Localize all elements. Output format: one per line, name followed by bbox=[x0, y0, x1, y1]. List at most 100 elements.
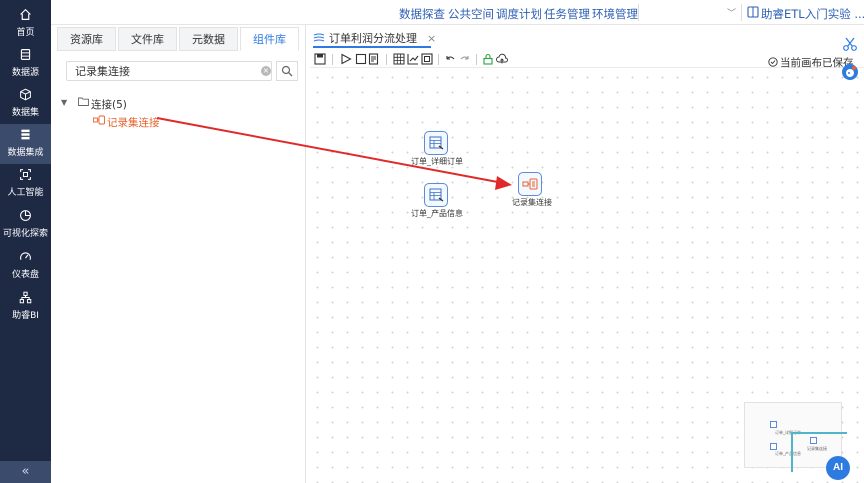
node-order-detail[interactable] bbox=[424, 131, 448, 155]
nav-label: 数据集 bbox=[11, 108, 39, 118]
grid-icon bbox=[393, 53, 405, 65]
editor-tab[interactable]: 订单利润分流处理 × bbox=[313, 28, 436, 48]
nav-item-visual[interactable]: 可视化探索 bbox=[0, 205, 51, 245]
tab-metadata[interactable]: 元数据 bbox=[179, 27, 238, 51]
frame-icon bbox=[421, 53, 433, 65]
search-input[interactable] bbox=[67, 62, 247, 80]
divider bbox=[438, 54, 439, 65]
cube-icon bbox=[20, 88, 31, 101]
ai-assistant-button[interactable]: AI bbox=[826, 456, 850, 480]
document-icon bbox=[368, 53, 379, 65]
save-status: 当前画布已保存 bbox=[768, 55, 854, 70]
close-icon[interactable]: × bbox=[427, 32, 436, 45]
redo-icon bbox=[460, 56, 469, 60]
log-button[interactable] bbox=[368, 53, 380, 65]
nav-item-ai[interactable]: 人工智能 bbox=[0, 164, 51, 204]
panel-tabs: 资源库 文件库 元数据 组件库 bbox=[57, 27, 301, 51]
nav-item-integration[interactable]: 数据集成 bbox=[0, 124, 51, 164]
search-button[interactable] bbox=[276, 61, 298, 81]
line-chart-icon bbox=[407, 54, 419, 65]
app-root: 首页 数据源 数据集 数据集成 人工智能 可视化探索 仪表盘 助睿BI « 数据… bbox=[0, 0, 864, 483]
ai-scan-icon bbox=[20, 169, 31, 180]
tab-files[interactable]: 文件库 bbox=[118, 27, 177, 51]
menu-schedule[interactable]: 调度计划 bbox=[496, 6, 542, 22]
run-button[interactable] bbox=[340, 53, 352, 65]
gauge-icon bbox=[20, 252, 31, 260]
collapse-sidebar-button[interactable]: « bbox=[0, 461, 51, 483]
search-box: × bbox=[66, 61, 272, 81]
caret-down-icon[interactable]: ▼ bbox=[61, 98, 67, 107]
pie-chart-icon bbox=[20, 210, 31, 221]
assistant-bot-icon[interactable] bbox=[842, 64, 858, 80]
chart-button[interactable] bbox=[407, 53, 419, 65]
minimap-node bbox=[770, 421, 777, 428]
editor-tab-title: 订单利润分流处理 bbox=[329, 32, 417, 45]
help-book-icon bbox=[747, 6, 759, 18]
divider bbox=[638, 4, 639, 21]
divider bbox=[332, 54, 333, 65]
menu-data-explore[interactable]: 数据探查 bbox=[399, 6, 445, 22]
divider bbox=[741, 4, 742, 21]
tab-resource[interactable]: 资源库 bbox=[57, 27, 116, 51]
stop-icon bbox=[355, 53, 367, 65]
nav-label: 可视化探索 bbox=[2, 229, 48, 239]
nav-label: 首页 bbox=[16, 28, 35, 38]
menu-env-management[interactable]: 环境管理 bbox=[592, 6, 638, 22]
save-button[interactable] bbox=[314, 53, 326, 65]
top-bar: 数据探查 公共空间 调度计划 任务管理 环境管理 ﹀ 助睿ETL入门实验 ... bbox=[51, 0, 864, 25]
node-record-join[interactable] bbox=[518, 172, 542, 196]
bot-face-icon bbox=[846, 66, 856, 77]
join-component-icon bbox=[93, 115, 105, 125]
clear-icon[interactable]: × bbox=[261, 66, 271, 76]
nav-item-home[interactable]: 首页 bbox=[0, 4, 51, 44]
home-icon bbox=[20, 8, 31, 20]
org-tree-icon bbox=[19, 291, 32, 304]
undo-button[interactable] bbox=[444, 53, 456, 65]
divider bbox=[386, 54, 387, 65]
nav-label: 数据源 bbox=[11, 68, 39, 78]
folder-icon bbox=[78, 97, 89, 106]
nav-label: 仪表盘 bbox=[11, 270, 39, 280]
nav-item-datasource[interactable]: 数据源 bbox=[0, 44, 51, 84]
help-link[interactable]: 助睿ETL入门实验 ... bbox=[761, 6, 864, 22]
nav-label: 数据集成 bbox=[7, 148, 44, 158]
publish-button[interactable] bbox=[496, 53, 508, 65]
left-nav: 首页 数据源 数据集 数据集成 人工智能 可视化探索 仪表盘 助睿BI « bbox=[0, 0, 51, 483]
node-label: 订单_详细订单 bbox=[411, 157, 463, 166]
active-tab-indicator bbox=[313, 46, 431, 48]
tab-components[interactable]: 组件库 bbox=[240, 27, 299, 51]
tree-leaf-record-join[interactable]: 记录集连接 bbox=[107, 115, 160, 130]
database-icon bbox=[20, 49, 31, 60]
nav-label: 人工智能 bbox=[7, 188, 44, 198]
scissors-icon[interactable] bbox=[842, 36, 858, 52]
layers-icon bbox=[21, 129, 30, 140]
frame-button[interactable] bbox=[421, 53, 433, 65]
grid-button[interactable] bbox=[393, 53, 405, 65]
nav-item-dashboard[interactable]: 仪表盘 bbox=[0, 246, 51, 286]
nav-item-dataset[interactable]: 数据集 bbox=[0, 84, 51, 124]
cloud-upload-icon bbox=[496, 53, 508, 64]
flow-icon bbox=[313, 33, 325, 42]
nav-item-bi[interactable]: 助睿BI bbox=[0, 287, 51, 327]
menu-public-space[interactable]: 公共空间 bbox=[448, 6, 494, 22]
stop-button[interactable] bbox=[355, 53, 367, 65]
check-circle-icon bbox=[768, 57, 778, 67]
redo-button[interactable] bbox=[459, 53, 471, 65]
node-label: 记录集连接 bbox=[512, 198, 552, 207]
node-product-info[interactable] bbox=[424, 183, 448, 207]
table-input-icon bbox=[429, 136, 444, 150]
join-component-icon bbox=[522, 178, 538, 190]
nav-label: 助睿BI bbox=[12, 311, 39, 321]
lock-icon bbox=[483, 53, 493, 65]
undo-icon bbox=[446, 56, 455, 60]
floppy-icon bbox=[314, 53, 326, 65]
divider bbox=[476, 54, 477, 65]
component-panel: 资源库 文件库 元数据 组件库 × ▼ 连接(5) 记录集连接 bbox=[51, 25, 306, 483]
tree-node-connection[interactable]: 连接(5) bbox=[91, 97, 127, 112]
chevron-down-icon[interactable]: ﹀ bbox=[727, 6, 736, 19]
menu-task-management[interactable]: 任务管理 bbox=[544, 6, 590, 22]
lock-button[interactable] bbox=[482, 53, 494, 65]
table-input-icon bbox=[429, 188, 444, 202]
search-icon bbox=[281, 65, 293, 77]
minimap-node bbox=[770, 443, 777, 450]
